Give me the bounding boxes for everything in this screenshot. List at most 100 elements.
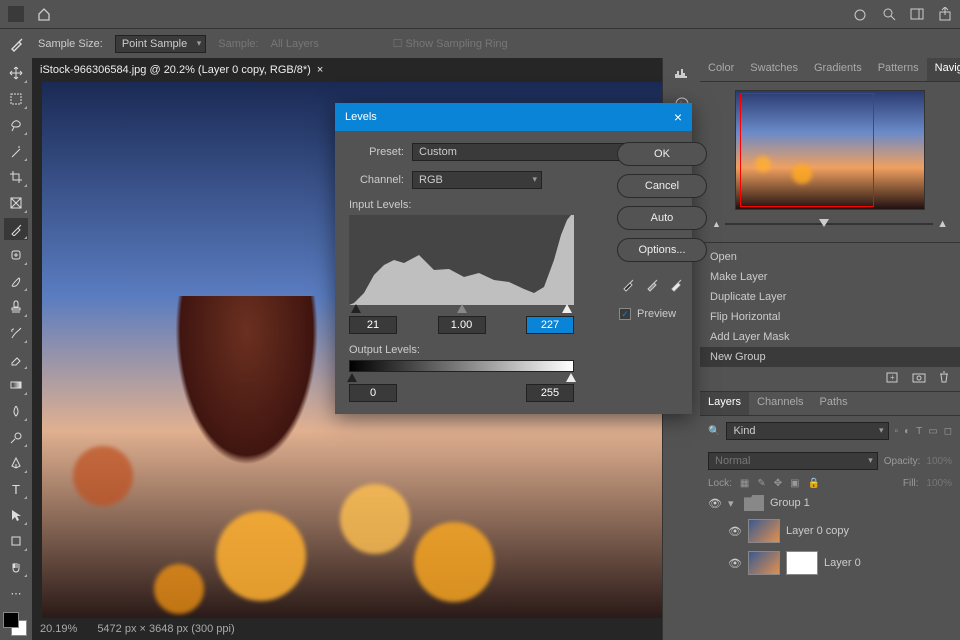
- eraser-tool[interactable]: [4, 348, 28, 370]
- document-tab[interactable]: iStock-966306584.jpg @ 20.2% (Layer 0 co…: [32, 60, 331, 80]
- frame-tool[interactable]: [4, 192, 28, 214]
- tab-paths[interactable]: Paths: [812, 392, 856, 415]
- channel-dropdown[interactable]: RGB: [412, 171, 542, 189]
- filter-shape-icon[interactable]: ▭: [928, 426, 937, 437]
- tab-color[interactable]: Color: [700, 58, 742, 81]
- visibility-toggle[interactable]: 👁: [728, 557, 742, 570]
- layer-name[interactable]: Group 1: [770, 497, 810, 509]
- gamma-slider[interactable]: [457, 304, 467, 313]
- visibility-toggle[interactable]: 👁: [728, 525, 742, 538]
- lasso-tool[interactable]: [4, 114, 28, 136]
- history-item[interactable]: Open: [700, 247, 960, 267]
- output-black-slider[interactable]: [347, 373, 357, 382]
- lock-pos-icon[interactable]: ✥: [774, 478, 782, 489]
- cancel-button[interactable]: Cancel: [617, 174, 707, 198]
- layer-row-group[interactable]: 👁 ▾ Group 1: [700, 491, 960, 515]
- filter-smart-icon[interactable]: ◻: [944, 426, 952, 437]
- history-item[interactable]: Make Layer: [700, 267, 960, 287]
- filter-pixel-icon[interactable]: ▫: [895, 426, 899, 437]
- history-brush-tool[interactable]: [4, 322, 28, 344]
- output-white-slider[interactable]: [566, 373, 576, 382]
- home-icon[interactable]: [36, 6, 52, 22]
- navigator-thumbnail[interactable]: [735, 90, 925, 210]
- cloud-icon[interactable]: [852, 7, 868, 21]
- output-white-field[interactable]: [526, 384, 574, 402]
- blur-tool[interactable]: [4, 400, 28, 422]
- search-icon[interactable]: [882, 7, 896, 21]
- layer-name[interactable]: Layer 0: [824, 557, 861, 569]
- tab-navigator[interactable]: Navigator: [927, 58, 960, 81]
- crop-tool[interactable]: [4, 166, 28, 188]
- zoom-value[interactable]: 20.19%: [40, 623, 77, 635]
- zoom-in-icon[interactable]: ▲: [937, 218, 948, 230]
- more-tools[interactable]: ⋯: [4, 582, 28, 604]
- eyedropper-tool[interactable]: [4, 218, 28, 240]
- color-swatches[interactable]: [3, 612, 29, 638]
- sample-size-dropdown[interactable]: Point Sample: [115, 35, 206, 53]
- opacity-value[interactable]: 100%: [926, 456, 952, 467]
- fill-value[interactable]: 100%: [926, 478, 952, 489]
- input-white-field[interactable]: [526, 316, 574, 334]
- layer-row[interactable]: 👁 Layer 0: [700, 547, 960, 579]
- input-gamma-field[interactable]: [438, 316, 486, 334]
- share-icon[interactable]: [938, 7, 952, 21]
- gray-eyedropper-icon[interactable]: [645, 276, 661, 292]
- tab-patterns[interactable]: Patterns: [870, 58, 927, 81]
- gradient-tool[interactable]: [4, 374, 28, 396]
- heal-tool[interactable]: [4, 244, 28, 266]
- visibility-toggle[interactable]: 👁: [708, 497, 722, 510]
- marquee-tool[interactable]: [4, 88, 28, 110]
- auto-button[interactable]: Auto: [617, 206, 707, 230]
- folder-toggle[interactable]: ▾: [728, 497, 738, 510]
- filter-kind-icon[interactable]: 🔍: [708, 426, 720, 437]
- filter-kind-dropdown[interactable]: Kind: [726, 422, 888, 440]
- preview-checkbox[interactable]: ✓: [619, 308, 631, 320]
- black-eyedropper-icon[interactable]: [621, 276, 637, 292]
- filter-adjust-icon[interactable]: ◐: [904, 426, 910, 437]
- hand-tool[interactable]: [4, 556, 28, 578]
- history-item[interactable]: Flip Horizontal: [700, 307, 960, 327]
- workspace-icon[interactable]: [910, 7, 924, 21]
- input-black-field[interactable]: [349, 316, 397, 334]
- lock-paint-icon[interactable]: ✎: [757, 478, 765, 489]
- ok-button[interactable]: OK: [617, 142, 707, 166]
- new-doc-from-state-icon[interactable]: +: [886, 371, 900, 383]
- layer-mask-thumbnail[interactable]: [786, 551, 818, 575]
- lock-artboard-icon[interactable]: ▣: [790, 478, 799, 489]
- white-point-slider[interactable]: [562, 304, 572, 313]
- lock-all-icon[interactable]: 🔒: [808, 478, 820, 489]
- tab-gradients[interactable]: Gradients: [806, 58, 870, 81]
- output-black-field[interactable]: [349, 384, 397, 402]
- path-select-tool[interactable]: [4, 504, 28, 526]
- lock-trans-icon[interactable]: ▦: [740, 478, 749, 489]
- shape-tool[interactable]: [4, 530, 28, 552]
- options-button[interactable]: Options...: [617, 238, 707, 262]
- close-tab-icon[interactable]: ×: [317, 64, 323, 76]
- pen-tool[interactable]: [4, 452, 28, 474]
- move-tool[interactable]: [4, 62, 28, 84]
- layer-row[interactable]: 👁 Layer 0 copy: [700, 515, 960, 547]
- blend-mode-dropdown[interactable]: Normal: [708, 452, 878, 470]
- layer-name[interactable]: Layer 0 copy: [786, 525, 849, 537]
- tab-layers[interactable]: Layers: [700, 392, 749, 415]
- tab-swatches[interactable]: Swatches: [742, 58, 806, 81]
- delete-state-icon[interactable]: [938, 371, 950, 383]
- navigator-viewport[interactable]: [740, 93, 874, 207]
- navigator-zoom-slider[interactable]: [725, 223, 933, 225]
- filter-type-icon[interactable]: T: [916, 426, 922, 437]
- ps-logo-icon[interactable]: [8, 6, 24, 22]
- layer-thumbnail[interactable]: [748, 551, 780, 575]
- tab-channels[interactable]: Channels: [749, 392, 811, 415]
- history-item[interactable]: New Group: [700, 347, 960, 367]
- close-icon[interactable]: ×: [674, 109, 682, 125]
- stamp-tool[interactable]: [4, 296, 28, 318]
- type-tool[interactable]: T: [4, 478, 28, 500]
- white-eyedropper-icon[interactable]: [669, 276, 685, 292]
- history-item[interactable]: Add Layer Mask: [700, 327, 960, 347]
- new-snapshot-icon[interactable]: [912, 371, 926, 383]
- brush-tool[interactable]: [4, 270, 28, 292]
- dodge-tool[interactable]: [4, 426, 28, 448]
- black-point-slider[interactable]: [351, 304, 361, 313]
- layer-thumbnail[interactable]: [748, 519, 780, 543]
- output-gradient[interactable]: [349, 360, 574, 372]
